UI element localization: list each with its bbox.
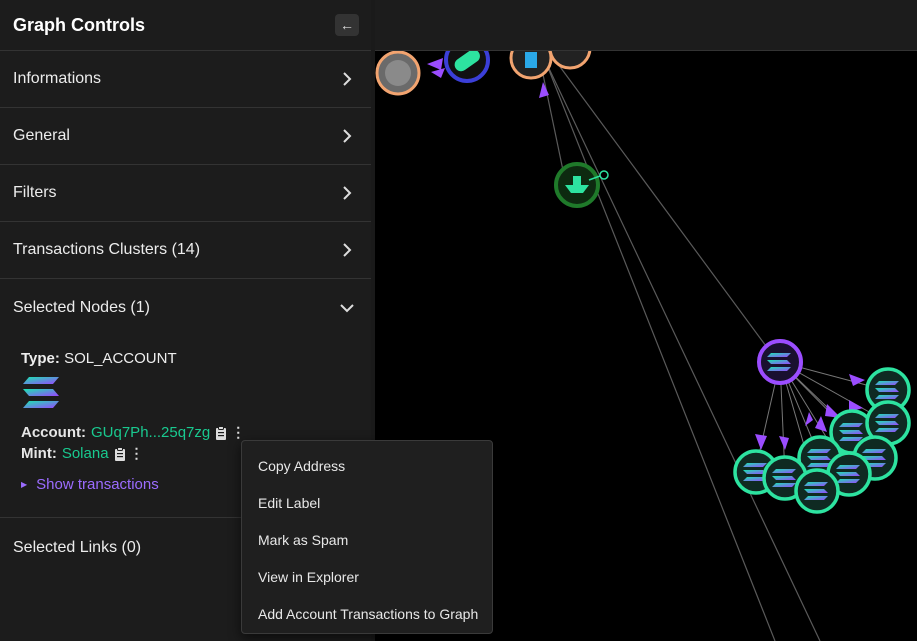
chevron-right-icon bbox=[343, 72, 352, 86]
section-label: Selected Links (0) bbox=[13, 539, 142, 556]
arrow-left-icon: ← bbox=[340, 17, 354, 33]
more-options-icon[interactable]: ⋮ bbox=[231, 424, 245, 441]
mint-link[interactable]: Solana bbox=[62, 445, 109, 462]
section-informations[interactable]: Informations bbox=[0, 51, 371, 108]
solana-logo-icon bbox=[23, 377, 59, 408]
section-label: Transactions Clusters (14) bbox=[13, 241, 201, 258]
type-value: SOL_ACCOUNT bbox=[64, 350, 177, 367]
chevron-right-icon bbox=[343, 129, 352, 143]
graph-toolbar bbox=[375, 0, 917, 51]
node-solana-selected[interactable] bbox=[757, 339, 803, 385]
node-gray-orange[interactable] bbox=[375, 50, 421, 96]
account-address-link[interactable]: GUq7Ph...25q7zg bbox=[91, 424, 210, 441]
section-transactions-clusters[interactable]: Transactions Clusters (14) bbox=[0, 222, 371, 279]
section-selected-nodes[interactable]: Selected Nodes (1) bbox=[0, 279, 371, 336]
mint-label: Mint: bbox=[21, 445, 57, 462]
menu-edit-label[interactable]: Edit Label bbox=[242, 484, 492, 521]
account-label: Account: bbox=[21, 424, 86, 441]
sidebar-title: Graph Controls bbox=[13, 14, 146, 35]
type-label: Type: bbox=[21, 350, 60, 367]
sidebar-header: Graph Controls ← bbox=[0, 0, 371, 51]
chevron-right-icon bbox=[343, 186, 352, 200]
triangle-right-icon: ▶ bbox=[21, 480, 28, 489]
more-options-icon[interactable]: ⋮ bbox=[130, 445, 144, 462]
collapse-sidebar-button[interactable]: ← bbox=[335, 14, 359, 36]
menu-mark-as-spam[interactable]: Mark as Spam bbox=[242, 521, 492, 558]
arrowheads bbox=[427, 58, 865, 450]
menu-view-in-explorer[interactable]: View in Explorer bbox=[242, 558, 492, 595]
show-transactions-label: Show transactions bbox=[36, 476, 159, 493]
menu-add-account-transactions[interactable]: Add Account Transactions to Graph bbox=[242, 595, 492, 632]
section-label: Filters bbox=[13, 184, 57, 201]
section-label: Informations bbox=[13, 70, 102, 87]
section-label: General bbox=[13, 127, 70, 144]
context-menu: Copy Address Edit Label Mark as Spam Vie… bbox=[241, 440, 493, 634]
section-label: Selected Nodes (1) bbox=[13, 298, 150, 316]
section-general[interactable]: General bbox=[0, 108, 371, 165]
menu-copy-address[interactable]: Copy Address bbox=[242, 447, 492, 484]
chevron-right-icon bbox=[343, 243, 352, 257]
node-type: Type: SOL_ACCOUNT bbox=[21, 350, 371, 367]
chevron-down-icon bbox=[340, 303, 354, 312]
section-filters[interactable]: Filters bbox=[0, 165, 371, 222]
clipboard-icon[interactable] bbox=[215, 425, 227, 440]
clipboard-icon[interactable] bbox=[114, 446, 126, 461]
account-row: Account: GUq7Ph...25q7zg ⋮ bbox=[21, 424, 371, 441]
